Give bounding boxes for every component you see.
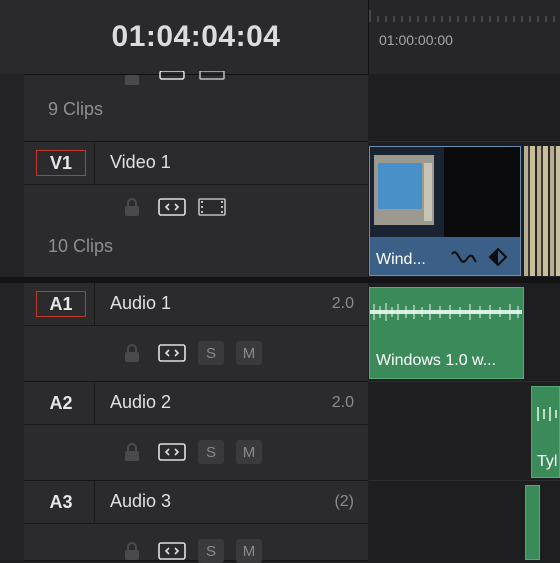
auto-track-icon[interactable] <box>158 67 186 89</box>
lane-divider <box>369 141 560 142</box>
solo-button[interactable]: S <box>198 539 224 563</box>
curve-icon[interactable] <box>450 248 478 268</box>
clip-count: 9 Clips <box>48 99 104 119</box>
solo-button[interactable]: S <box>198 440 224 464</box>
lane-divider <box>369 480 560 481</box>
track-audio-2[interactable]: A2 Audio 2 2.0 S M <box>24 382 368 481</box>
clip-thumbnail <box>370 147 520 237</box>
mute-button[interactable]: M <box>236 341 262 365</box>
channel-format: 2.0 <box>331 295 354 312</box>
channel-format: (2) <box>334 493 354 510</box>
track-badge[interactable]: A2 <box>36 390 86 416</box>
track-name[interactable]: Video 1 <box>110 152 171 173</box>
lock-icon[interactable] <box>118 196 146 218</box>
clip-label: Windows 1.0 w... <box>376 352 497 369</box>
track-gutter <box>0 74 25 560</box>
timecode-display[interactable]: 01:04:04:04 <box>24 0 368 74</box>
auto-track-icon[interactable] <box>158 441 186 463</box>
audio-clip[interactable]: Tyl <box>531 386 560 478</box>
mute-button[interactable]: M <box>236 440 262 464</box>
video-clip[interactable]: Wind... <box>369 146 521 276</box>
lock-icon[interactable] <box>118 342 146 364</box>
auto-track-icon[interactable] <box>158 196 186 218</box>
track-name[interactable]: Audio 1 <box>110 293 171 314</box>
keyframe-icon[interactable] <box>488 247 508 267</box>
audio-clip[interactable]: Windows 1.0 w... <box>369 287 524 379</box>
audio-clip[interactable] <box>525 485 540 560</box>
clip-label: Tyl <box>537 453 558 470</box>
lock-icon[interactable] <box>118 67 146 89</box>
channel-format: 2.0 <box>331 394 354 411</box>
track-upper[interactable]: 9 Clips <box>24 71 368 142</box>
clip-label: Wind... <box>376 251 426 268</box>
track-badge[interactable]: A1 <box>36 291 86 317</box>
audio-waveform <box>370 303 522 321</box>
lock-icon[interactable] <box>118 540 146 562</box>
track-name[interactable]: Audio 2 <box>110 392 171 413</box>
lane-divider <box>369 381 560 382</box>
auto-track-icon[interactable] <box>158 342 186 364</box>
track-audio-3[interactable]: A3 Audio 3 (2) S M <box>24 481 368 563</box>
track-audio-1[interactable]: A1 Audio 1 2.0 S M <box>24 283 368 382</box>
film-icon[interactable] <box>198 196 226 218</box>
auto-track-icon[interactable] <box>158 540 186 562</box>
video-clip-stack[interactable] <box>524 146 560 276</box>
ruler-start-label: 01:00:00:00 <box>379 32 453 48</box>
track-name[interactable]: Audio 3 <box>110 491 171 512</box>
solo-button[interactable]: S <box>198 341 224 365</box>
lane-separator <box>369 277 560 283</box>
clip-count: 10 Clips <box>48 236 114 256</box>
lock-icon[interactable] <box>118 441 146 463</box>
track-badge[interactable]: A3 <box>36 489 86 515</box>
ruler-ticks <box>369 10 555 22</box>
audio-waveform <box>537 407 557 421</box>
track-badge[interactable]: V1 <box>36 150 86 176</box>
track-video-1[interactable]: V1 Video 1 10 Clips <box>24 142 368 278</box>
mute-button[interactable]: M <box>236 539 262 563</box>
film-icon[interactable] <box>198 67 226 89</box>
